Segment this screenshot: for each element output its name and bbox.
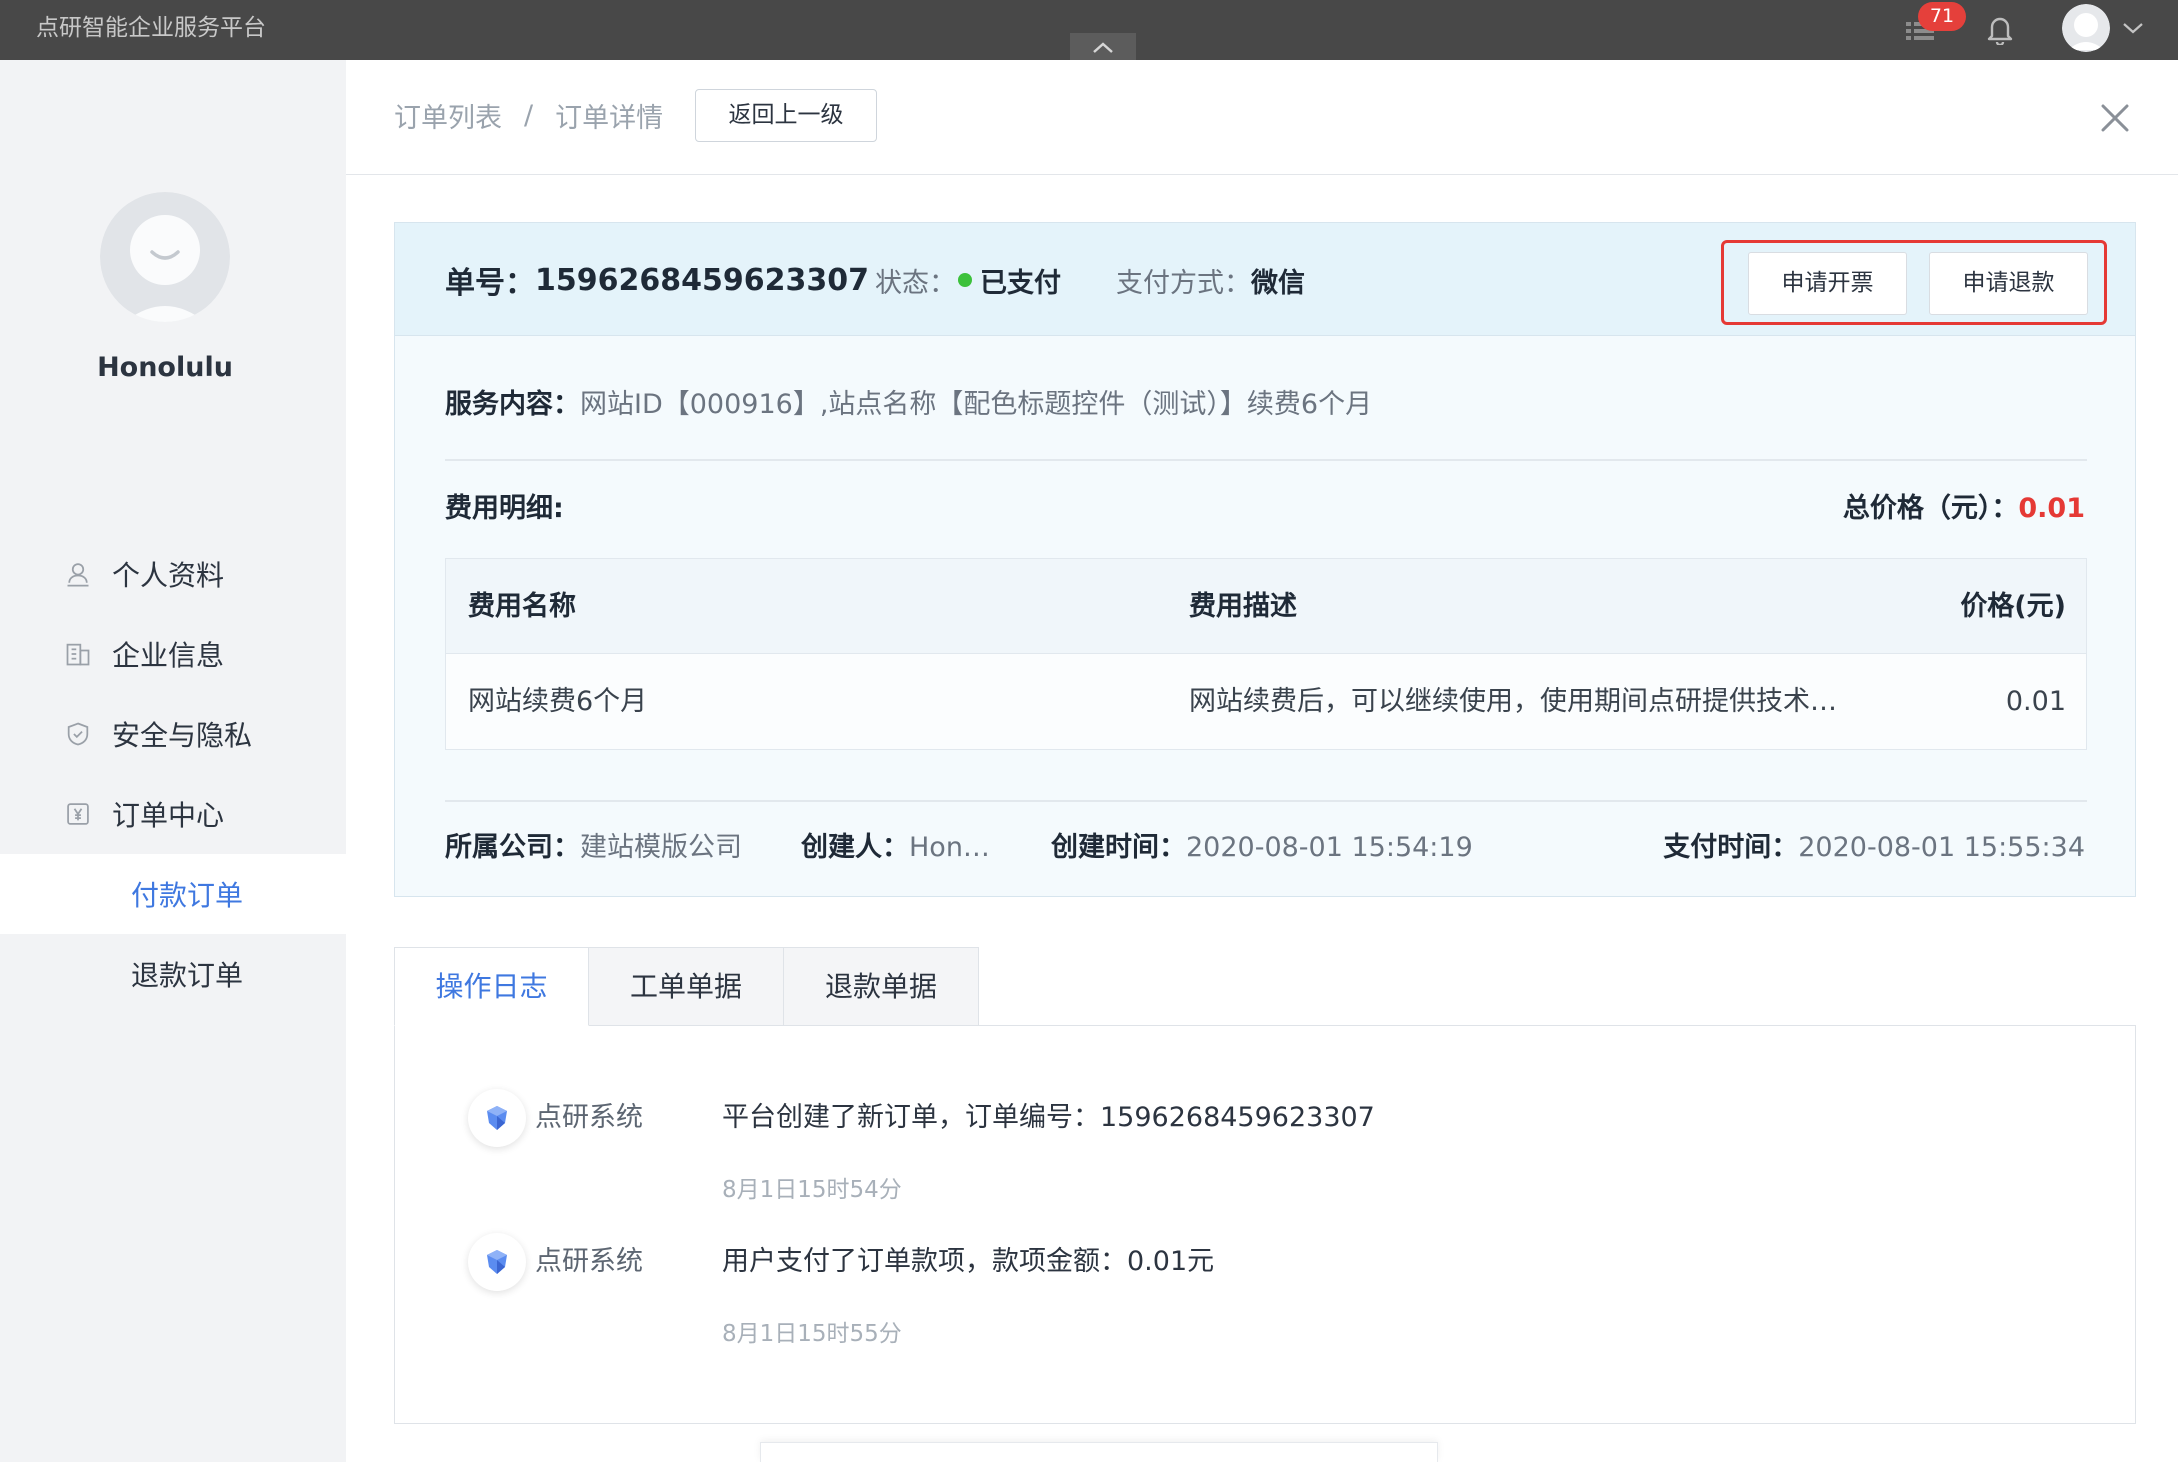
user-icon: [62, 558, 94, 590]
created-time-info: 创建时间：2020-08-01 15:54:19: [1051, 828, 1473, 868]
column-header-name: 费用名称: [468, 591, 576, 622]
close-icon[interactable]: [2100, 103, 2130, 133]
system-gem-icon: [468, 1233, 526, 1291]
tab-refund-records[interactable]: 退款单据: [784, 947, 979, 1026]
tab-work-orders[interactable]: 工单单据: [589, 947, 784, 1026]
service-content: 服务内容：网站ID【000916】,站点名称【配色标题控件（测试）】续费6个月: [445, 385, 1372, 425]
app-root: 点研智能企业服务平台 71 Honolulu 个人资料 企业信息 安全与隐私 订…: [0, 0, 2178, 1462]
app-title: 点研智能企业服务平台: [36, 15, 266, 41]
sidebar-item-label: 订单中心: [112, 799, 225, 832]
fee-description-cell: 网站续费后，可以继续使用，使用期间点研提供技术…: [1189, 686, 1837, 717]
paid-time-info: 支付时间：2020-08-01 15:55:34: [1663, 828, 2085, 868]
payment-value: 微信: [1251, 267, 1305, 299]
back-button[interactable]: 返回上一级: [695, 89, 877, 142]
sidebar-item-company[interactable]: 企业信息: [0, 614, 346, 694]
chevron-up-icon: [1093, 41, 1113, 53]
sidebar-item-label: 个人资料: [112, 559, 225, 592]
payment-label: 支付方式：: [1116, 267, 1251, 299]
creator-info: 创建人：Hon…: [801, 828, 990, 868]
total-value: 0.01: [2018, 493, 2085, 524]
top-bar: 点研智能企业服务平台 71: [0, 0, 2178, 60]
fee-detail-title: 费用明细:: [445, 489, 564, 529]
table-row: 网站续费6个月 网站续费后，可以继续使用，使用期间点研提供技术… 0.01: [446, 654, 2086, 749]
system-gem-icon: [468, 1089, 526, 1147]
status-dot: [958, 273, 972, 287]
column-header-description: 费用描述: [1189, 591, 1297, 622]
creator-label: 创建人：: [801, 832, 909, 863]
sidebar-item-label: 企业信息: [112, 639, 225, 672]
service-label: 服务内容：: [445, 389, 580, 420]
notification-badge: 71: [1918, 2, 1966, 31]
fee-label: 费用明细:: [445, 493, 564, 524]
log-source: 点研系统: [535, 1246, 643, 1277]
company-info: 所属公司：建站模版公司: [445, 828, 742, 868]
column-header-price: 价格(元): [1960, 591, 2066, 622]
order-number-value: 1596268459623307: [535, 262, 869, 298]
payment-method: 支付方式： 微信: [1116, 260, 1305, 300]
request-invoice-button[interactable]: 申请开票: [1748, 252, 1907, 315]
paid-time-label: 支付时间：: [1663, 832, 1799, 863]
shield-icon: [62, 718, 94, 750]
log-time: 8月1日15时54分: [722, 1177, 902, 1203]
total-price: 总价格（元）：0.01: [1843, 489, 2085, 529]
profile-name: Honolulu: [97, 352, 233, 383]
sidebar-item-orders[interactable]: 订单中心: [0, 774, 346, 854]
order-number: 单号： 1596268459623307: [445, 260, 869, 302]
table-header-row: 费用名称 费用描述 价格(元): [446, 559, 2086, 654]
order-number-label: 单号：: [445, 266, 535, 301]
main-content: 订单列表 / 订单详情 返回上一级 单号： 1596268459623307 状…: [346, 60, 2178, 1462]
fee-name-cell: 网站续费6个月: [468, 686, 648, 717]
sidebar-item-payment-orders[interactable]: 付款订单: [0, 854, 346, 934]
section-divider: [445, 459, 2087, 461]
created-time-label: 创建时间：: [1051, 832, 1186, 863]
sidebar-item-label: 付款订单: [131, 879, 244, 912]
log-message: 平台创建了新订单，订单编号：1596268459623307: [722, 1102, 1375, 1133]
log-panel: 点研系统 平台创建了新订单，订单编号：1596268459623307 8月1日…: [394, 1025, 2136, 1424]
section-divider: [445, 800, 2087, 802]
created-time-value: 2020-08-01 15:54:19: [1186, 832, 1473, 863]
breadcrumb-order-list[interactable]: 订单列表: [394, 96, 502, 135]
highlight-box: 申请开票 申请退款: [1721, 240, 2107, 325]
service-value: 网站ID【000916】,站点名称【配色标题控件（测试）】续费6个月: [580, 389, 1373, 420]
chevron-down-icon[interactable]: [2120, 18, 2146, 38]
company-label: 所属公司：: [445, 832, 580, 863]
bell-icon[interactable]: [1986, 13, 2014, 47]
header-divider: [346, 174, 2178, 175]
profile-avatar: [100, 192, 230, 322]
log-message: 用户支付了订单款项，款项金额：0.01元: [722, 1246, 1215, 1277]
fee-price-cell: 0.01: [2005, 686, 2066, 717]
bottom-panel-edge: [760, 1442, 1438, 1462]
order-card: 单号： 1596268459623307 状态： 已支付 支付方式： 微信 申请…: [394, 222, 2136, 897]
sidebar-item-label: 退款订单: [131, 959, 244, 992]
tab-operation-log[interactable]: 操作日志: [394, 947, 589, 1026]
user-avatar[interactable]: [2062, 4, 2110, 52]
request-refund-button[interactable]: 申请退款: [1929, 252, 2088, 315]
collapse-toggle[interactable]: [1070, 33, 1136, 60]
breadcrumb-separator: /: [524, 99, 534, 131]
status-value: 已支付: [980, 267, 1061, 299]
order-status: 状态： 已支付: [875, 260, 1061, 300]
status-label: 状态：: [875, 267, 956, 299]
order-card-header: 单号： 1596268459623307 状态： 已支付 支付方式： 微信 申请…: [395, 223, 2135, 336]
total-label: 总价格（元）：: [1842, 493, 2019, 524]
creator-value: Hon…: [909, 832, 990, 863]
building-icon: [62, 638, 94, 670]
breadcrumb: 订单列表 / 订单详情: [394, 95, 663, 135]
sidebar-item-refund-orders[interactable]: 退款订单: [0, 934, 346, 1014]
fee-table: 费用名称 费用描述 价格(元) 网站续费6个月 网站续费后，可以继续使用，使用期…: [445, 558, 2087, 750]
log-source: 点研系统: [535, 1102, 643, 1133]
breadcrumb-order-detail: 订单详情: [555, 102, 664, 134]
sidebar-item-security[interactable]: 安全与隐私: [0, 694, 346, 774]
paid-time-value: 2020-08-01 15:55:34: [1798, 832, 2085, 863]
sidebar-menu: 个人资料 企业信息 安全与隐私 订单中心 付款订单 退款订单: [0, 534, 346, 1014]
sidebar-item-profile[interactable]: 个人资料: [0, 534, 346, 614]
detail-tabs: 操作日志 工单单据 退款单据: [394, 947, 979, 1026]
company-value: 建站模版公司: [580, 832, 742, 863]
log-time: 8月1日15时55分: [722, 1321, 902, 1347]
sidebar: Honolulu 个人资料 企业信息 安全与隐私 订单中心 付款订单 退款订单: [0, 60, 346, 1462]
yen-icon: [62, 798, 94, 830]
sidebar-item-label: 安全与隐私: [112, 719, 253, 752]
